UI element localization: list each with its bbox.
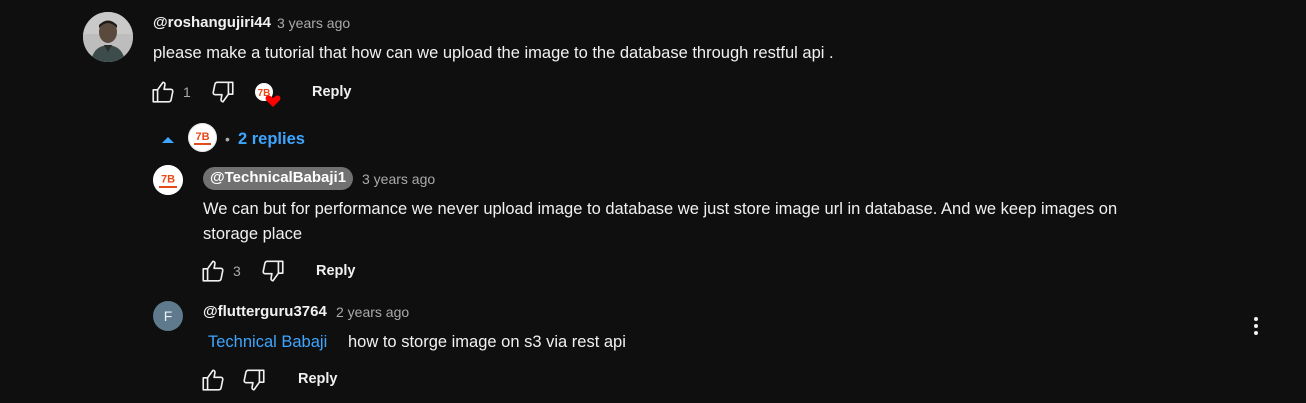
dislike-icon[interactable] <box>260 258 286 284</box>
comment-timestamp[interactable]: 3 years ago <box>277 15 350 31</box>
comment-author[interactable]: @roshangujiri44 <box>153 14 271 31</box>
like-count: 1 <box>183 84 191 100</box>
creator-avatar-small-text: 7B <box>195 131 209 143</box>
creator-avatar-small: 7B <box>188 123 217 152</box>
replies-toggle-label[interactable]: 2 replies <box>238 130 305 149</box>
commenter-avatar[interactable] <box>83 12 133 62</box>
chevron-up-icon[interactable] <box>160 133 176 145</box>
reply2-reply-button[interactable]: Reply <box>298 371 338 387</box>
reply1-author-chip[interactable]: @TechnicalBabaji1 <box>203 167 354 190</box>
more-vert-icon[interactable] <box>1246 315 1266 337</box>
reply2-author[interactable]: @flutterguru3764 <box>203 303 327 320</box>
dislike-icon[interactable] <box>210 79 236 105</box>
dislike-icon[interactable] <box>241 367 267 393</box>
reply2-timestamp[interactable]: 2 years ago <box>336 304 409 320</box>
like-icon[interactable] <box>150 79 176 105</box>
reply2-text: how to storge image on s3 via rest api <box>348 333 626 351</box>
reply1-timestamp[interactable]: 3 years ago <box>362 171 435 187</box>
reply2-avatar-letter: F <box>163 308 173 324</box>
reply1-text-line1: We can but for performance we never uplo… <box>203 200 1118 218</box>
reply1-avatar-text: 7B <box>161 174 175 186</box>
like-icon[interactable] <box>200 258 226 284</box>
like-icon[interactable] <box>200 367 226 393</box>
comment-text: please make a tutorial that how can we u… <box>153 44 834 62</box>
reply1-reply-button[interactable]: Reply <box>316 263 356 279</box>
creator-heart-icon: 7B <box>254 82 282 108</box>
reply2-mention-link[interactable]: Technical Babaji <box>208 330 327 355</box>
replies-separator-dot: • <box>225 131 230 147</box>
reply2-avatar[interactable]: F <box>153 301 183 331</box>
comment-reply-button[interactable]: Reply <box>312 84 352 100</box>
reply1-avatar[interactable]: 7B <box>153 165 183 195</box>
reply1-like-count: 3 <box>233 263 241 279</box>
reply1-text-line2: storage place <box>203 225 303 243</box>
